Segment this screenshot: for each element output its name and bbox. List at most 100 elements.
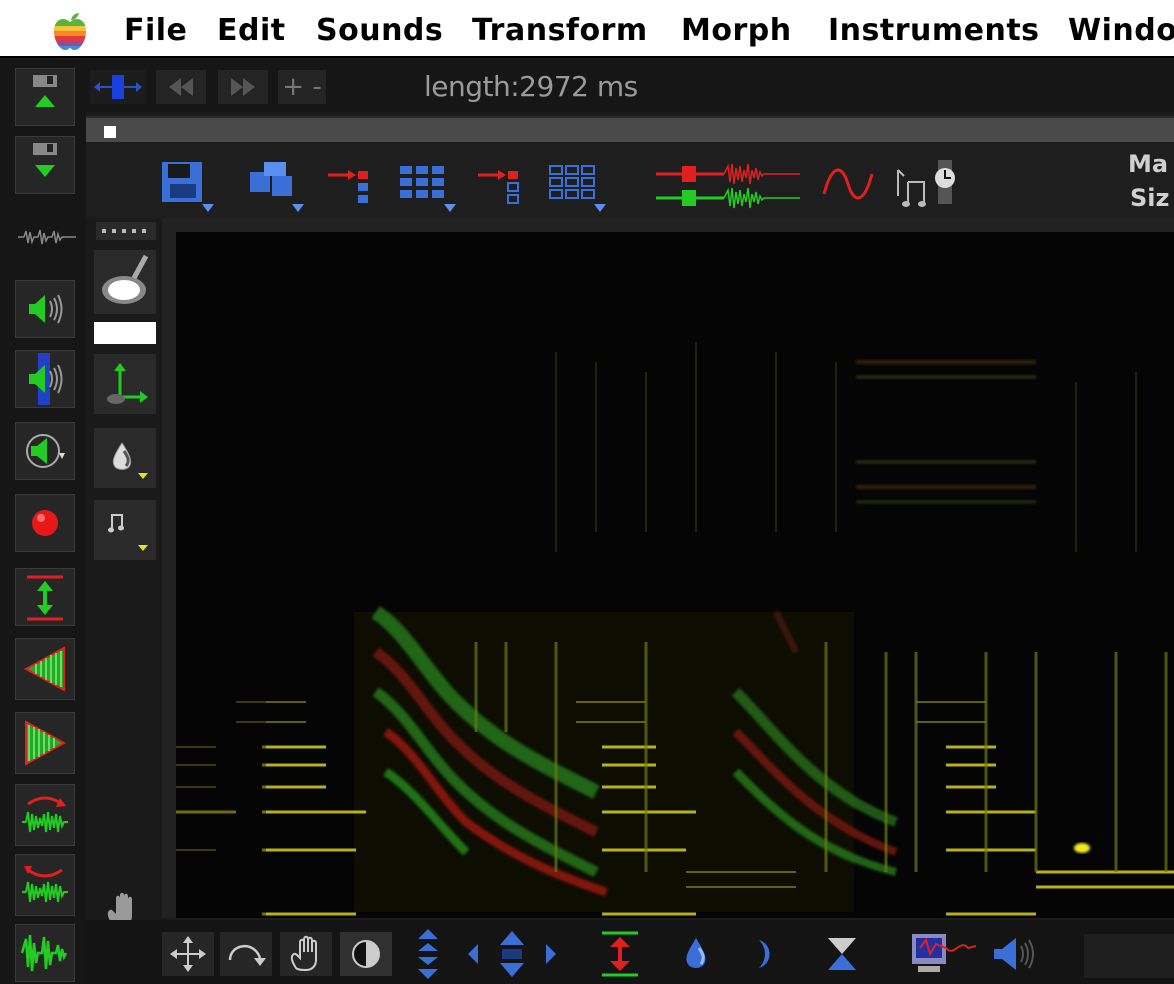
sweep-down-icon bbox=[22, 866, 68, 903]
channel-mix-icon bbox=[656, 163, 800, 209]
drop-blue-icon bbox=[686, 938, 706, 968]
apple-rainbow-icon[interactable] bbox=[52, 12, 88, 52]
rotate-icon bbox=[228, 945, 266, 966]
note-clock-icon bbox=[897, 160, 955, 207]
water-drop-button[interactable] bbox=[94, 428, 156, 488]
map-label: Ma bbox=[1128, 150, 1169, 178]
record-icon bbox=[32, 510, 58, 536]
menu-window[interactable]: Windo bbox=[1068, 14, 1174, 48]
rewind-button[interactable] bbox=[156, 70, 206, 104]
play-icon bbox=[29, 294, 63, 324]
menu-edit[interactable]: Edit bbox=[217, 14, 286, 48]
zoom-plus-minus[interactable]: + - bbox=[278, 70, 326, 104]
save-down-button[interactable] bbox=[15, 136, 75, 194]
hourglass-tool-button[interactable] bbox=[822, 932, 862, 976]
save-down-icon bbox=[33, 143, 57, 177]
vertical-scale-button[interactable] bbox=[410, 929, 446, 979]
expand-vertical-button[interactable] bbox=[15, 568, 75, 626]
waveform-icon bbox=[18, 229, 76, 245]
spectrogram-image bbox=[176, 232, 1174, 918]
save-file-button[interactable] bbox=[158, 158, 222, 214]
bottom-toolbar bbox=[86, 920, 1174, 984]
forward-button[interactable] bbox=[15, 712, 75, 774]
menu-transform[interactable]: Transform bbox=[472, 14, 648, 48]
length-label: length:2972 ms bbox=[424, 70, 638, 103]
selection-bar-icon bbox=[94, 75, 142, 99]
left-toolbar bbox=[0, 60, 86, 984]
expand-vertical-icon bbox=[27, 575, 63, 621]
brush-tool-button[interactable] bbox=[94, 250, 156, 314]
speaker-icon bbox=[994, 938, 1034, 970]
tool-row: Ma Siz bbox=[86, 142, 1174, 230]
grid-outline-icon bbox=[549, 165, 606, 212]
waveform-split-button[interactable] bbox=[15, 924, 75, 982]
move-tool-button[interactable] bbox=[162, 932, 214, 976]
open-files-icon bbox=[250, 162, 304, 212]
save-up-button[interactable] bbox=[15, 68, 75, 126]
insert-outline-icon bbox=[478, 170, 519, 204]
speaker-button[interactable] bbox=[990, 932, 1040, 976]
sine-wave-icon bbox=[822, 168, 874, 200]
play-selection-icon bbox=[29, 353, 63, 405]
palette-dots-icon[interactable] bbox=[96, 222, 156, 240]
moon-icon bbox=[759, 940, 770, 968]
reverse-icon bbox=[23, 646, 65, 692]
insert-red-button[interactable] bbox=[326, 160, 378, 210]
waveform-split-icon bbox=[20, 934, 68, 972]
monitor-wave-icon bbox=[912, 934, 977, 972]
insert-blocks-icon bbox=[328, 170, 368, 203]
menu-sounds[interactable]: Sounds bbox=[316, 14, 443, 48]
reverse-button[interactable] bbox=[15, 638, 75, 700]
note-timing-button[interactable] bbox=[890, 156, 970, 212]
contrast-tool-button[interactable] bbox=[340, 932, 392, 976]
open-files-button[interactable] bbox=[246, 158, 310, 214]
time-scrollbar[interactable] bbox=[86, 116, 1174, 144]
grid-blocks-icon bbox=[400, 166, 456, 212]
selection-handle[interactable] bbox=[90, 70, 146, 104]
grab-tool-button[interactable] bbox=[280, 932, 332, 976]
spectrogram-canvas[interactable] bbox=[176, 232, 1174, 918]
note-tool-button[interactable] bbox=[94, 500, 156, 560]
fast-forward-icon bbox=[231, 78, 255, 96]
grid-blocks-button[interactable] bbox=[392, 158, 462, 214]
contrast-icon bbox=[352, 940, 380, 968]
scroll-thumb[interactable] bbox=[104, 126, 116, 138]
play-button[interactable] bbox=[15, 280, 75, 338]
hourglass-icon bbox=[828, 938, 856, 970]
floppy-disk-icon bbox=[162, 162, 214, 212]
brush-icon bbox=[102, 254, 149, 304]
size-label: Siz bbox=[1130, 184, 1170, 212]
menu-instruments[interactable]: Instruments bbox=[828, 14, 1040, 48]
sweep-up-button[interactable] bbox=[15, 784, 75, 846]
sine-wave-button[interactable] bbox=[820, 162, 876, 206]
rotate-tool-button[interactable] bbox=[220, 932, 272, 976]
crescent-tool-button[interactable] bbox=[748, 932, 782, 976]
fast-forward-button[interactable] bbox=[218, 70, 268, 104]
color-swatch[interactable] bbox=[94, 322, 156, 344]
expand-red-button[interactable] bbox=[596, 931, 644, 977]
bottom-status-area bbox=[1084, 934, 1174, 978]
axes-tool-button[interactable] bbox=[94, 354, 156, 414]
rewind-icon bbox=[169, 78, 193, 96]
forward-icon bbox=[25, 720, 67, 766]
insert-outline-button[interactable] bbox=[476, 160, 528, 210]
sweep-down-button[interactable] bbox=[15, 854, 75, 916]
monitor-wave-button[interactable] bbox=[910, 932, 980, 976]
vertical-arrows-icon bbox=[418, 929, 438, 979]
transport-bar: + - length:2972 ms bbox=[86, 60, 1174, 112]
record-button[interactable] bbox=[15, 494, 75, 552]
play-loop-button[interactable] bbox=[15, 422, 75, 480]
play-loop-icon bbox=[26, 434, 65, 468]
menu-bar: File Edit Sounds Transform Morph Instrum… bbox=[0, 0, 1174, 58]
drop-tool-button[interactable] bbox=[676, 932, 716, 976]
save-up-icon bbox=[33, 75, 57, 107]
grid-outline-button[interactable] bbox=[542, 158, 612, 214]
grab-hand-icon bbox=[290, 935, 317, 972]
move-icon bbox=[170, 936, 206, 972]
navigate-button[interactable] bbox=[464, 931, 560, 977]
menu-morph[interactable]: Morph bbox=[681, 14, 792, 48]
menu-file[interactable]: File bbox=[124, 14, 187, 48]
play-selection-button[interactable] bbox=[15, 350, 75, 408]
channel-mix-slider[interactable] bbox=[654, 156, 804, 216]
nav-arrows-icon bbox=[468, 931, 556, 977]
